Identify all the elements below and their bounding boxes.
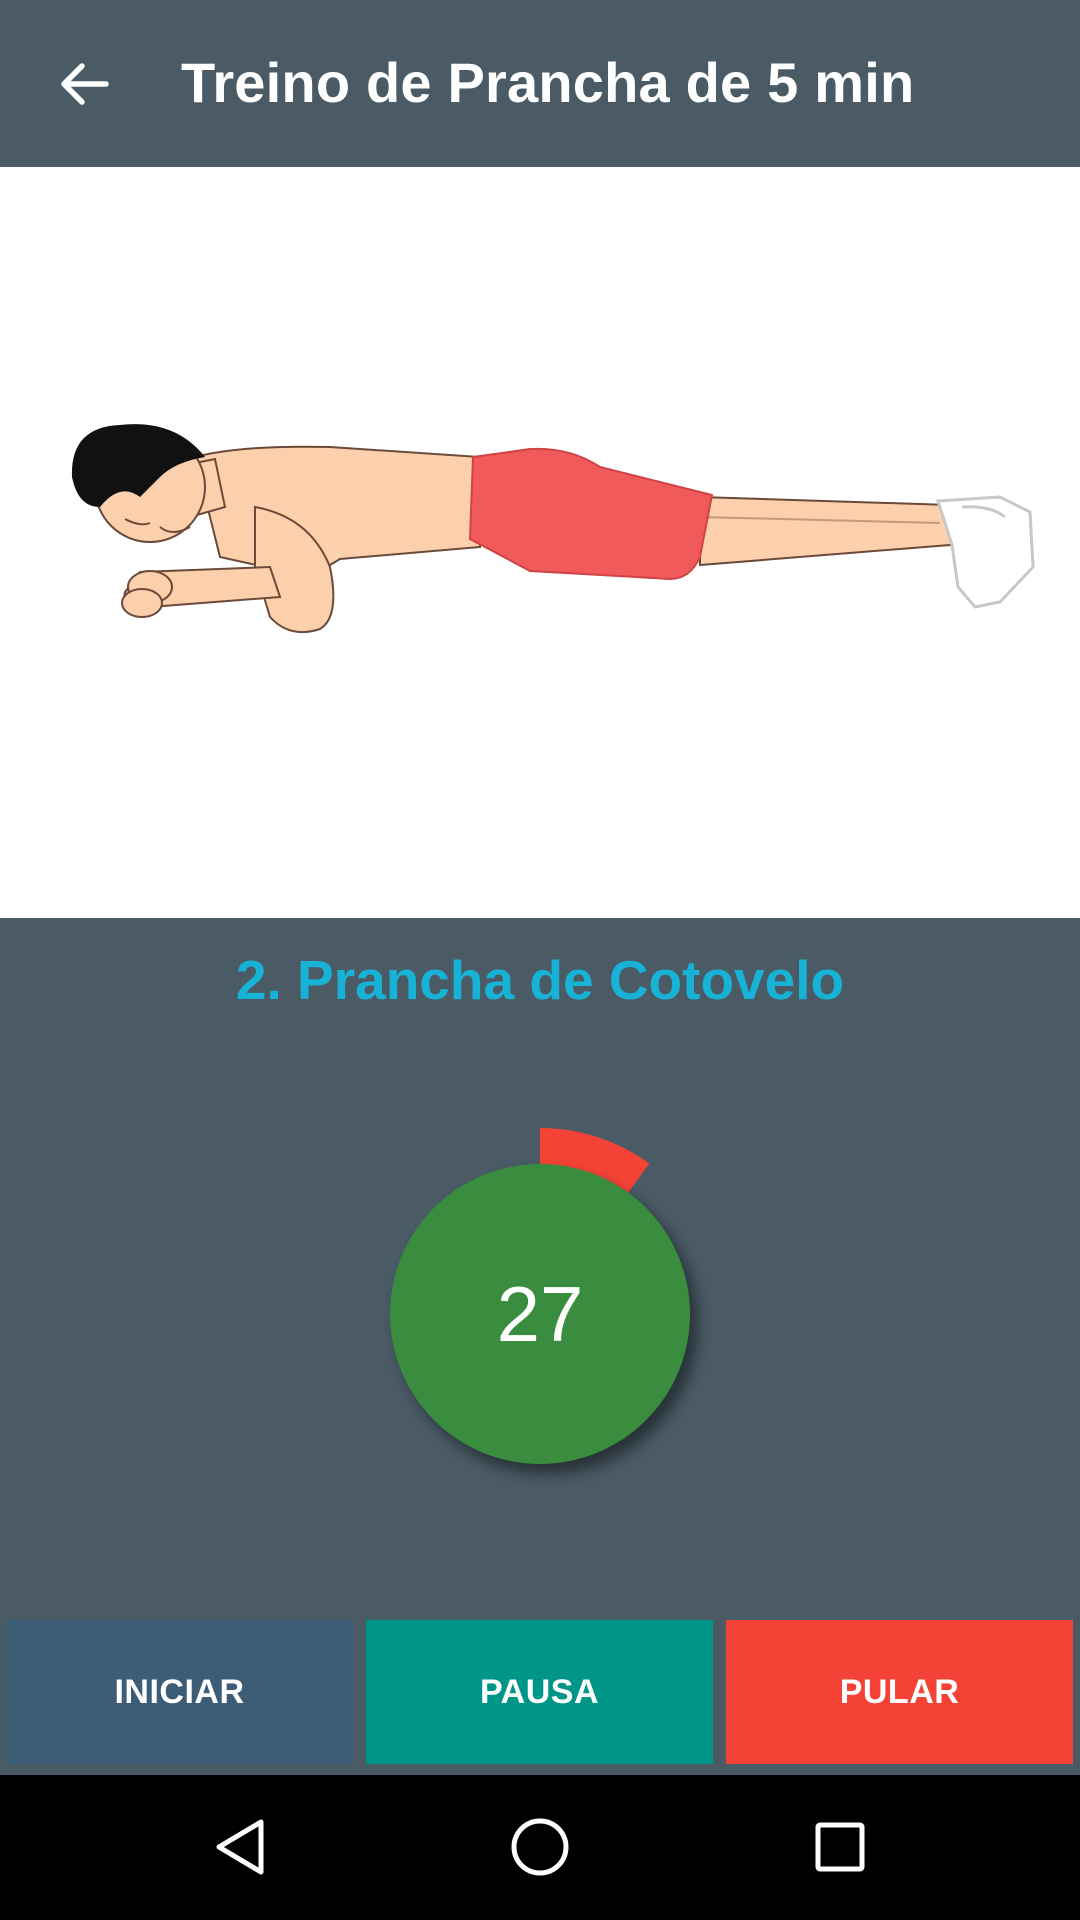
back-button[interactable] xyxy=(44,40,124,128)
timer-value: 27 xyxy=(496,1270,584,1358)
circle-home-icon xyxy=(511,1818,569,1876)
pause-button[interactable]: PAUSA xyxy=(366,1620,713,1764)
square-recents-icon xyxy=(815,1822,865,1872)
page-title: Treino de Prancha de 5 min xyxy=(181,51,915,114)
arrow-back-icon xyxy=(61,63,109,105)
nav-home-button[interactable] xyxy=(480,1797,600,1897)
timer-circle: 27 xyxy=(390,1164,690,1464)
exercise-title: 2. Prancha de Cotovelo xyxy=(235,949,845,1011)
skip-button[interactable]: PULAR xyxy=(726,1620,1073,1764)
app-bar: Treino de Prancha de 5 min xyxy=(0,0,1080,167)
triangle-back-icon xyxy=(216,1819,264,1875)
nav-back-button[interactable] xyxy=(180,1797,300,1897)
elbow-plank-figure xyxy=(71,424,1035,633)
start-button[interactable]: INICIAR xyxy=(6,1620,353,1764)
system-navigation-bar xyxy=(0,1775,1080,1920)
nav-recents-button[interactable] xyxy=(780,1797,900,1897)
exercise-illustration-panel xyxy=(0,167,1080,918)
control-buttons: INICIAR PAUSA PULAR xyxy=(0,1620,1080,1764)
countdown-timer: 27 xyxy=(360,1100,720,1500)
